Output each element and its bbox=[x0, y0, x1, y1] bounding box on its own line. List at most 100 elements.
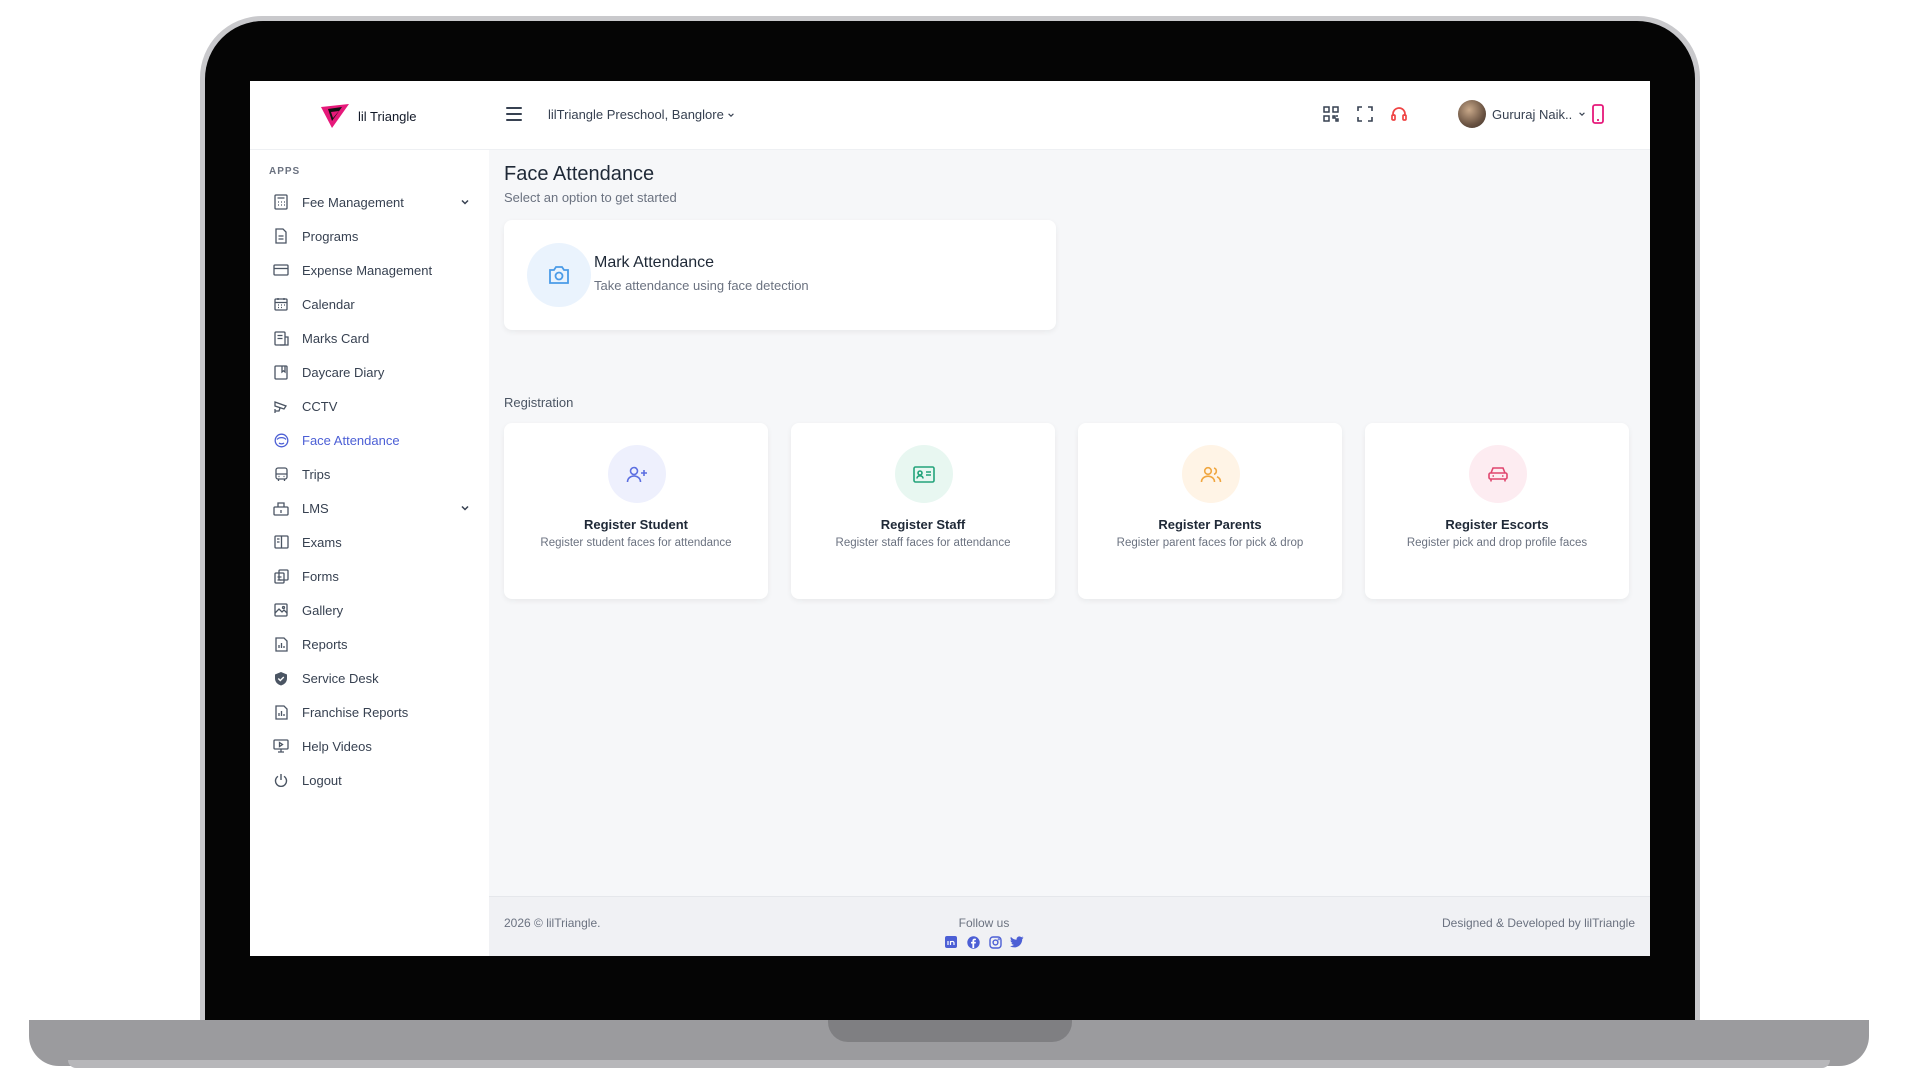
school-name: lilTriangle Preschool, Banglore bbox=[548, 107, 724, 122]
register-escorts-title: Register Escorts bbox=[1445, 517, 1549, 532]
credit-card-icon bbox=[272, 261, 290, 279]
register-escorts-subtitle: Register pick and drop profile faces bbox=[1406, 537, 1588, 549]
sidebar-item-gallery[interactable]: Gallery bbox=[272, 596, 470, 624]
id-card-icon bbox=[895, 445, 953, 503]
sidebar-item-help-videos[interactable]: Help Videos bbox=[272, 732, 470, 760]
mark-attendance-subtitle: Take attendance using face detection bbox=[594, 278, 809, 293]
menu-toggle-icon[interactable] bbox=[506, 107, 522, 121]
registration-section-label: Registration bbox=[504, 395, 574, 410]
sidebar-item-forms[interactable]: Forms bbox=[272, 562, 470, 590]
user-name: Gururaj Naik.. bbox=[1492, 106, 1573, 122]
twitter-icon[interactable] bbox=[1010, 935, 1024, 949]
power-icon bbox=[272, 771, 290, 789]
sidebar-section-label: APPS bbox=[269, 166, 301, 177]
laptop-base-edge bbox=[68, 1060, 1830, 1068]
qr-code-icon[interactable] bbox=[1320, 103, 1342, 125]
register-student-card[interactable]: Register Student Register student faces … bbox=[504, 423, 768, 599]
sidebar-item-reports[interactable]: Reports bbox=[272, 630, 470, 658]
car-icon bbox=[1469, 445, 1527, 503]
register-parents-card[interactable]: Register Parents Register parent faces f… bbox=[1078, 423, 1342, 599]
footer-follow-label: Follow us bbox=[958, 916, 1010, 930]
user-plus-icon bbox=[608, 445, 666, 503]
sidebar-item-label: Marks Card bbox=[302, 330, 370, 346]
triangle-logo-icon bbox=[321, 104, 349, 128]
sidebar-item-label: Daycare Diary bbox=[302, 364, 385, 380]
sidebar-item-trips[interactable]: Trips bbox=[272, 460, 470, 488]
sidebar-item-fee-management[interactable]: Fee Management bbox=[272, 188, 470, 216]
sidebar-item-label: Expense Management bbox=[302, 262, 433, 278]
fullscreen-icon[interactable] bbox=[1354, 103, 1376, 125]
instagram-icon[interactable] bbox=[988, 935, 1002, 949]
sidebar: APPS Fee Management Programs Expense Man… bbox=[250, 150, 489, 956]
sidebar-item-label: LMS bbox=[302, 500, 329, 516]
sidebar-item-marks-card[interactable]: Marks Card bbox=[272, 324, 470, 352]
footer: 2026 © lilTriangle. Follow us Designed &… bbox=[489, 896, 1650, 956]
page-subtitle: Select an option to get started bbox=[504, 190, 677, 205]
sidebar-item-programs[interactable]: Programs bbox=[272, 222, 470, 250]
avatar bbox=[1458, 100, 1486, 128]
book-icon bbox=[272, 533, 290, 551]
register-student-title: Register Student bbox=[583, 517, 688, 532]
register-parents-subtitle: Register parent faces for pick & drop bbox=[1116, 537, 1304, 549]
register-staff-title: Register Staff bbox=[880, 517, 966, 532]
chevron-down-icon bbox=[461, 505, 469, 511]
sidebar-item-label: Face Attendance bbox=[302, 432, 400, 448]
chevron-down-icon bbox=[1579, 112, 1585, 116]
sidebar-item-label: Help Videos bbox=[302, 738, 372, 754]
linkedin-icon[interactable] bbox=[944, 935, 958, 949]
report-icon bbox=[272, 703, 290, 721]
register-staff-card[interactable]: Register Staff Register staff faces for … bbox=[791, 423, 1055, 599]
sidebar-item-logout[interactable]: Logout bbox=[272, 766, 470, 794]
page-title: Face Attendance bbox=[504, 163, 655, 185]
sidebar-item-service-desk[interactable]: Service Desk bbox=[272, 664, 470, 692]
sidebar-item-label: Exams bbox=[302, 534, 342, 550]
report-icon bbox=[272, 635, 290, 653]
sidebar-item-label: Service Desk bbox=[302, 670, 379, 686]
footer-credit: Designed & Developed by lilTriangle bbox=[1442, 916, 1635, 930]
sidebar-item-daycare-diary[interactable]: Daycare Diary bbox=[272, 358, 470, 386]
calculator-icon bbox=[272, 193, 290, 211]
diary-icon bbox=[272, 363, 290, 381]
lms-icon bbox=[272, 499, 290, 517]
monitor-icon bbox=[272, 737, 290, 755]
sidebar-item-label: Reports bbox=[302, 636, 348, 652]
chevron-down-icon bbox=[728, 113, 735, 117]
users-icon bbox=[1182, 445, 1240, 503]
app-logo[interactable]: lil Triangle bbox=[320, 103, 417, 129]
register-student-subtitle: Register student faces for attendance bbox=[540, 537, 732, 549]
sidebar-item-label: Trips bbox=[302, 466, 331, 482]
laptop-notch bbox=[828, 1020, 1072, 1042]
register-escorts-card[interactable]: Register Escorts Register pick and drop … bbox=[1365, 423, 1629, 599]
sidebar-item-expense-management[interactable]: Expense Management bbox=[272, 256, 470, 284]
logo-text: lil Triangle bbox=[358, 108, 417, 124]
image-icon bbox=[272, 601, 290, 619]
register-parents-title: Register Parents bbox=[1158, 517, 1262, 532]
sidebar-item-label: Logout bbox=[302, 772, 342, 788]
top-header: lil Triangle lilTriangle Preschool, Bang… bbox=[250, 81, 1650, 150]
calendar-icon bbox=[272, 295, 290, 313]
camera-icon bbox=[527, 243, 591, 307]
headset-icon[interactable] bbox=[1388, 103, 1410, 125]
sidebar-item-face-attendance[interactable]: Face Attendance bbox=[272, 426, 470, 454]
sidebar-item-label: Gallery bbox=[302, 602, 344, 618]
school-selector[interactable]: lilTriangle Preschool, Banglore bbox=[548, 107, 735, 122]
shield-icon bbox=[272, 669, 290, 687]
bus-icon bbox=[272, 465, 290, 483]
sidebar-item-label: Calendar bbox=[302, 296, 355, 312]
sidebar-item-label: Franchise Reports bbox=[302, 704, 409, 720]
mark-attendance-card[interactable]: Mark Attendance Take attendance using fa… bbox=[504, 220, 1056, 330]
sidebar-item-calendar[interactable]: Calendar bbox=[272, 290, 470, 318]
app-screen: lil Triangle lilTriangle Preschool, Bang… bbox=[250, 81, 1650, 956]
sidebar-item-cctv[interactable]: CCTV bbox=[272, 392, 470, 420]
sidebar-item-lms[interactable]: LMS bbox=[272, 494, 470, 522]
phone-icon[interactable] bbox=[1587, 103, 1609, 125]
chevron-down-icon bbox=[461, 199, 469, 205]
facebook-icon[interactable] bbox=[966, 935, 980, 949]
sidebar-item-franchise-reports[interactable]: Franchise Reports bbox=[272, 698, 470, 726]
user-menu[interactable]: Gururaj Naik.. bbox=[1458, 100, 1586, 128]
sidebar-item-exams[interactable]: Exams bbox=[272, 528, 470, 556]
forms-icon bbox=[272, 567, 290, 585]
footer-copyright: 2026 © lilTriangle. bbox=[504, 916, 601, 930]
sidebar-item-label: Forms bbox=[302, 568, 339, 584]
sidebar-item-label: Programs bbox=[302, 228, 359, 244]
